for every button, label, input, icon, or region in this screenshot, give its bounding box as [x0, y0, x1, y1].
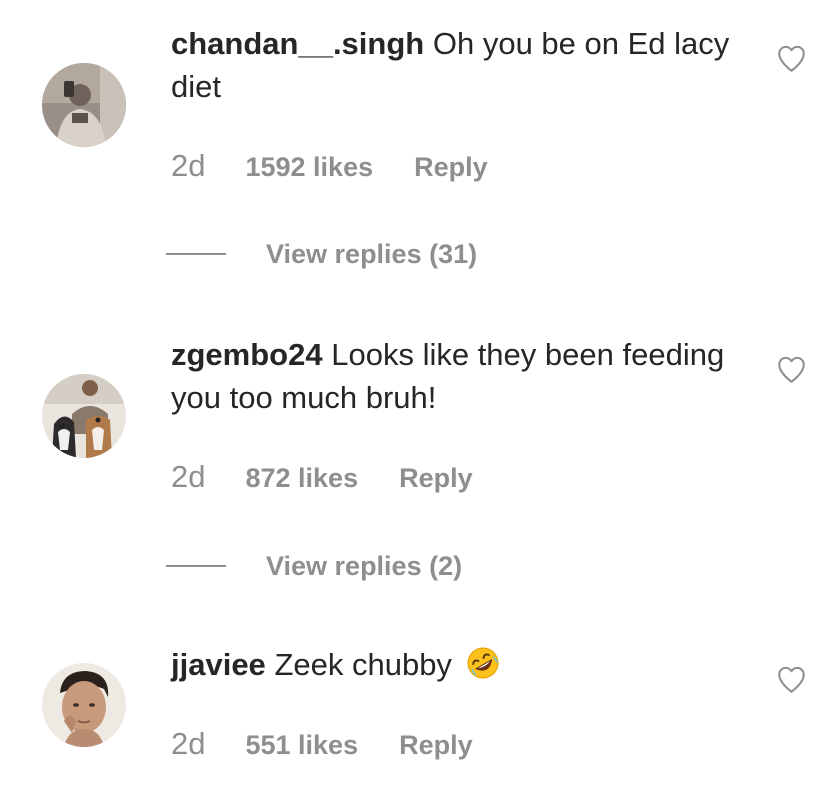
timestamp[interactable]: 2d — [171, 148, 205, 184]
rolling-on-floor-laughing-emoji — [467, 647, 499, 679]
comment-body: chandan__.singh Oh you be on Ed lacy die… — [171, 22, 741, 108]
reply-button[interactable]: Reply — [399, 463, 473, 494]
avatar[interactable] — [42, 663, 126, 747]
reply-button[interactable]: Reply — [399, 730, 473, 761]
comment-meta: 2d 1592 likes Reply — [171, 148, 488, 188]
username-link[interactable]: zgembo24 — [171, 337, 323, 372]
divider-line — [166, 253, 226, 255]
view-replies-button[interactable]: View replies (31) — [166, 237, 477, 271]
heart-outline-icon — [778, 666, 805, 693]
avatar[interactable] — [42, 63, 126, 147]
timestamp[interactable]: 2d — [171, 459, 205, 495]
like-button[interactable] — [776, 44, 807, 73]
comment-body: jjaviee Zeek chubby — [171, 643, 741, 686]
comment-meta: 2d 872 likes Reply — [171, 459, 473, 499]
heart-outline-icon — [778, 356, 805, 383]
reply-button[interactable]: Reply — [414, 152, 488, 183]
comment-text: Zeek chubby — [274, 647, 452, 682]
divider-line — [166, 565, 226, 567]
comment-body: zgembo24 Looks like they been feeding yo… — [171, 333, 741, 419]
likes-count[interactable]: 1592 likes — [245, 152, 373, 183]
avatar-image — [42, 663, 126, 747]
timestamp[interactable]: 2d — [171, 726, 205, 762]
like-button[interactable] — [776, 355, 807, 384]
likes-count[interactable]: 551 likes — [245, 730, 358, 761]
avatar-image — [42, 63, 126, 147]
like-button[interactable] — [776, 665, 807, 694]
username-link[interactable]: jjaviee — [171, 647, 266, 682]
view-replies-label: View replies (2) — [266, 550, 463, 581]
comment-meta: 2d 551 likes Reply — [171, 726, 473, 766]
avatar[interactable] — [42, 374, 126, 458]
view-replies-label: View replies (31) — [266, 238, 478, 269]
username-link[interactable]: chandan__.singh — [171, 26, 424, 61]
heart-outline-icon — [778, 45, 805, 72]
view-replies-button[interactable]: View replies (2) — [166, 549, 462, 583]
likes-count[interactable]: 872 likes — [245, 463, 358, 494]
avatar-image — [42, 374, 126, 458]
